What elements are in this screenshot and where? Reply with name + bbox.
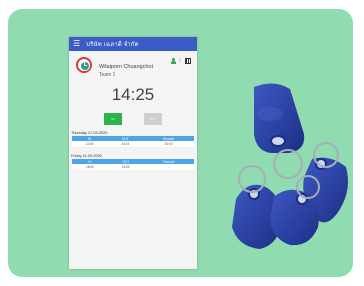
key-ring — [273, 149, 303, 179]
attendance-table: IN OUT Remark 11:00 14:24 00:00 — [72, 136, 194, 148]
day-label: Thursday 17-09-2020 — [71, 131, 108, 135]
cell-remark: 00:00 — [143, 141, 194, 148]
cell-in: 16:00 — [72, 164, 108, 171]
cell-out: 14:24 — [107, 141, 144, 148]
rfid-keyfob-tags-image — [232, 83, 348, 249]
clock-icon — [76, 57, 92, 73]
phone-screenshot: ☰ บริษัท เฉลาดี จำกัด ᛒ Wilaiporn Chuang… — [69, 37, 197, 269]
table-row: 16:00 16:00 - — [72, 164, 194, 171]
cell-out: 16:00 — [107, 164, 144, 171]
attendance-table: IN OUT Remark 16:00 16:00 - — [72, 159, 194, 171]
qr-code-icon[interactable] — [185, 58, 191, 64]
content-card: ☰ บริษัท เฉลาดี จำกัด ᛒ Wilaiporn Chuang… — [8, 9, 353, 277]
day-label: Friday 11-09-2020 — [71, 154, 102, 158]
bluetooth-icon: ᛒ — [178, 57, 182, 64]
team-label: Team 1 — [99, 72, 116, 78]
menu-icon[interactable]: ☰ — [73, 40, 80, 48]
cell-remark: - — [143, 164, 194, 171]
status-icons: ᛒ — [170, 57, 191, 64]
profile-section: ᛒ Wilaiporn Chuangchot Team 1 — [69, 51, 197, 79]
table-row: 11:00 14:24 00:00 — [72, 141, 194, 148]
app-title: บริษัท เฉลาดี จำกัด — [86, 42, 139, 48]
punch-buttons: IN OUT — [69, 113, 197, 125]
cell-in: 11:00 — [72, 141, 108, 148]
current-time: 14:25 — [111, 85, 155, 104]
check-out-button[interactable]: OUT — [144, 113, 162, 125]
app-bar: ☰ บริษัท เฉลาดี จำกัด — [69, 37, 197, 51]
check-in-button[interactable]: IN — [104, 113, 122, 125]
person-icon — [170, 58, 176, 64]
user-name: Wilaiporn Chuangchot — [99, 64, 154, 70]
